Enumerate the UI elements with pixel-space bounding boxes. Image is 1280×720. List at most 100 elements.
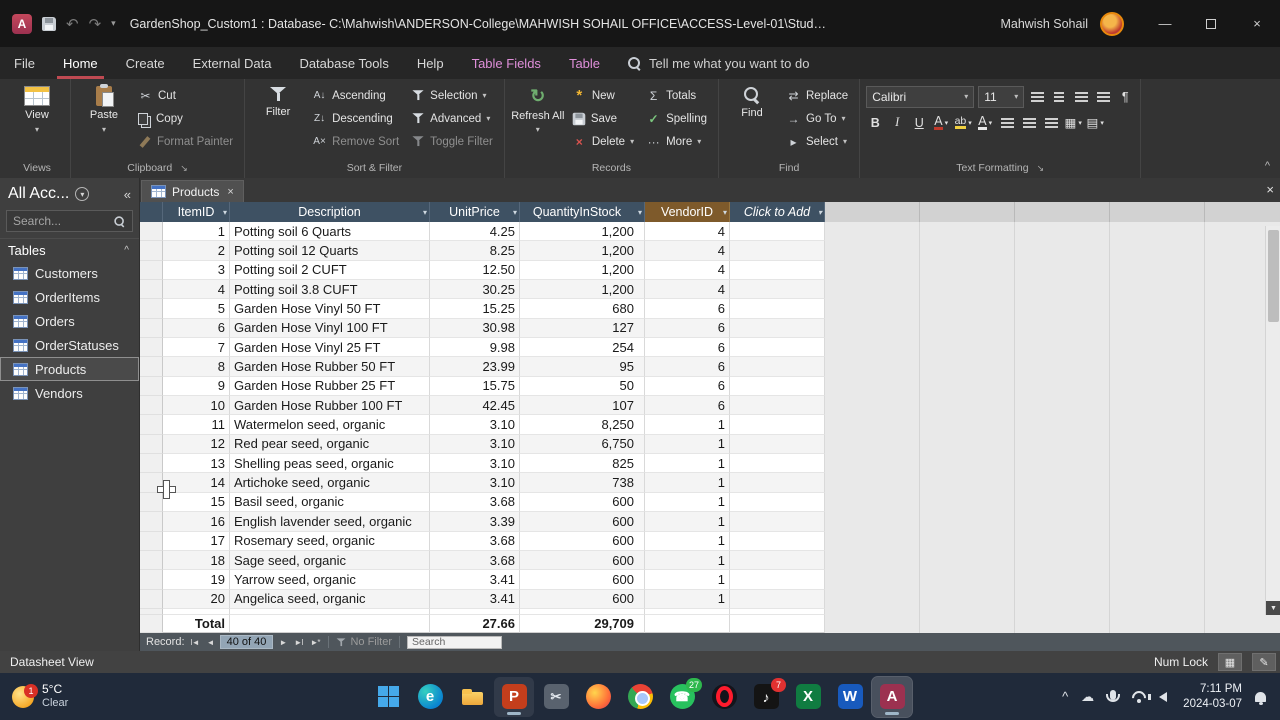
cell-vendorid[interactable]: 6	[645, 299, 730, 318]
record-selector[interactable]	[140, 435, 163, 454]
cell-description[interactable]: Basil seed, organic	[230, 493, 430, 512]
more-button[interactable]: ··· More ▾	[641, 130, 712, 153]
remove-sort-button[interactable]: A× Remove Sort	[307, 130, 404, 153]
cell-quantityinstock[interactable]: 127	[520, 319, 645, 338]
save-icon[interactable]	[42, 17, 56, 31]
record-selector[interactable]	[140, 261, 163, 280]
cell-vendorid[interactable]: 4	[645, 280, 730, 299]
cell-description[interactable]: Watermelon seed, organic	[230, 415, 430, 434]
cell-click-to-add[interactable]	[730, 319, 825, 338]
tab-products[interactable]: Products ×	[141, 180, 244, 202]
qat-customize-icon[interactable]: ▾	[111, 18, 116, 29]
ribbon-tab-file[interactable]: File	[0, 47, 49, 79]
restore-button[interactable]	[1188, 0, 1234, 47]
record-selector[interactable]	[140, 570, 163, 589]
scrollbar-thumb[interactable]	[1268, 230, 1279, 322]
cell-vendorid[interactable]: 6	[645, 338, 730, 357]
cell-unitprice[interactable]: 3.68	[430, 551, 520, 570]
paragraph-direction-button[interactable]: ¶	[1116, 87, 1134, 107]
taskbar-app-whatsapp[interactable]: ☎27	[662, 677, 702, 717]
cell-unitprice[interactable]: 3.10	[430, 415, 520, 434]
cell-description[interactable]: Garden Hose Rubber 50 FT	[230, 357, 430, 376]
format-painter-button[interactable]: Format Painter	[133, 130, 238, 153]
background-color-button[interactable]: A ▾	[976, 113, 994, 133]
cell-unitprice[interactable]: 12.50	[430, 261, 520, 280]
column-dropdown-icon[interactable]: ▾	[513, 208, 517, 217]
cell-description[interactable]: Red pear seed, organic	[230, 435, 430, 454]
cell-unitprice[interactable]: 3.10	[430, 454, 520, 473]
cell-click-to-add[interactable]	[730, 435, 825, 454]
bullets-button[interactable]	[1028, 87, 1046, 107]
cell-description[interactable]: Potting soil 6 Quarts	[230, 222, 430, 241]
record-selector[interactable]	[140, 396, 163, 415]
column-header-quantityinstock[interactable]: QuantityInStock▾	[520, 202, 645, 222]
cell-itemid[interactable]: 10	[163, 396, 230, 415]
taskbar-app-edge[interactable]: e	[410, 677, 450, 717]
cell-quantityinstock[interactable]: 95	[520, 357, 645, 376]
align-left-button[interactable]	[998, 113, 1016, 133]
cell-click-to-add[interactable]	[730, 473, 825, 492]
ascending-button[interactable]: A↓ Ascending	[307, 84, 404, 107]
cell-unitprice[interactable]: 42.45	[430, 396, 520, 415]
gridlines-button[interactable]: ▦ ▾	[1064, 113, 1082, 133]
cell-vendorid[interactable]: 1	[645, 435, 730, 454]
bold-button[interactable]: B	[866, 113, 884, 133]
cell-itemid[interactable]: 4	[163, 280, 230, 299]
ribbon-tab-database-tools[interactable]: Database Tools	[285, 47, 402, 79]
cell-description[interactable]: Potting soil 2 CUFT	[230, 261, 430, 280]
cut-button[interactable]: ✂ Cut	[133, 84, 238, 107]
column-dropdown-icon[interactable]: ▾	[223, 208, 227, 217]
cell-itemid[interactable]: 2	[163, 241, 230, 260]
cell-description[interactable]: Garden Hose Rubber 100 FT	[230, 396, 430, 415]
cell-unitprice[interactable]: 9.98	[430, 338, 520, 357]
microphone-icon[interactable]	[1110, 690, 1116, 700]
cell-quantityinstock[interactable]: 254	[520, 338, 645, 357]
taskbar-app-snipping-tool[interactable]: ✂	[536, 677, 576, 717]
cell-quantityinstock[interactable]: 600	[520, 493, 645, 512]
shutter-bar-icon[interactable]: «	[124, 187, 131, 202]
new-record-button[interactable]: ►*	[308, 638, 321, 647]
cell-description[interactable]: Shelling peas seed, organic	[230, 454, 430, 473]
record-selector[interactable]	[140, 551, 163, 570]
record-selector[interactable]	[140, 241, 163, 260]
cell-vendorid[interactable]: 1	[645, 454, 730, 473]
record-selector[interactable]	[140, 415, 163, 434]
cell-click-to-add[interactable]	[730, 590, 825, 609]
font-name-combo[interactable]: Calibri ▾	[866, 86, 974, 108]
cell-itemid[interactable]: 16	[163, 512, 230, 531]
cell-click-to-add[interactable]	[730, 338, 825, 357]
onedrive-cloud-icon[interactable]: ☁	[1081, 689, 1094, 705]
cell-description[interactable]: Garden Hose Vinyl 25 FT	[230, 338, 430, 357]
taskbar-app-tiktok[interactable]: ♪7	[746, 677, 786, 717]
cell-click-to-add[interactable]	[730, 532, 825, 551]
totals-button[interactable]: Σ Totals	[641, 84, 712, 107]
cell-vendorid[interactable]: 4	[645, 222, 730, 241]
ribbon-tab-external-data[interactable]: External Data	[179, 47, 286, 79]
cell-itemid[interactable]: 7	[163, 338, 230, 357]
cell-itemid[interactable]: 11	[163, 415, 230, 434]
cell-itemid[interactable]: 15	[163, 493, 230, 512]
record-selector[interactable]	[140, 377, 163, 396]
tell-me-box[interactable]: Tell me what you want to do	[614, 47, 823, 79]
cell-unitprice[interactable]: 8.25	[430, 241, 520, 260]
toggle-filter-button[interactable]: Toggle Filter	[406, 130, 498, 153]
font-color-button[interactable]: A ▾	[932, 113, 950, 133]
cell-itemid[interactable]: 18	[163, 551, 230, 570]
record-selector[interactable]	[140, 493, 163, 512]
cell-unitprice[interactable]: 3.68	[430, 493, 520, 512]
refresh-all-button[interactable]: ↻ Refresh All ▾	[511, 81, 565, 135]
record-selector[interactable]	[140, 319, 163, 338]
cell-itemid[interactable]: 8	[163, 357, 230, 376]
record-search-input[interactable]: Search	[407, 636, 502, 649]
cell-vendorid[interactable]: 1	[645, 493, 730, 512]
close-object-icon[interactable]: ×	[1266, 182, 1274, 197]
first-record-button[interactable]: I◄	[189, 638, 201, 647]
cell-itemid[interactable]: 1	[163, 222, 230, 241]
cell-vendorid[interactable]: 6	[645, 396, 730, 415]
cell-unitprice[interactable]: 3.10	[430, 435, 520, 454]
cell-quantityinstock[interactable]: 6,750	[520, 435, 645, 454]
cell-quantityinstock[interactable]: 600	[520, 570, 645, 589]
sidebar-item-vendors[interactable]: Vendors	[0, 381, 139, 405]
cell-vendorid[interactable]: 1	[645, 570, 730, 589]
cell-quantityinstock[interactable]: 738	[520, 473, 645, 492]
